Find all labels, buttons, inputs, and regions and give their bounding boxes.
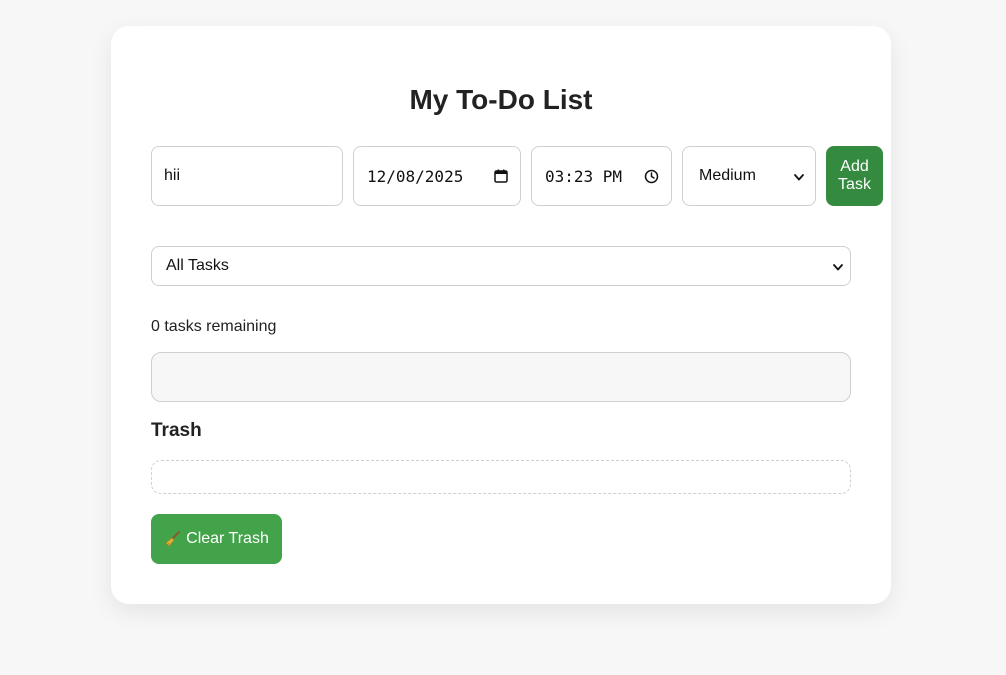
chevron-down-icon <box>832 260 844 272</box>
chevron-down-icon <box>793 170 805 182</box>
time-input-value: 03:23 PM <box>545 166 623 186</box>
tasks-remaining-count: 0 tasks remaining <box>151 318 277 335</box>
task-list <box>151 352 851 402</box>
trash-list <box>151 460 851 494</box>
date-input-value: 12/08/2025 <box>367 166 464 186</box>
calendar-icon[interactable] <box>494 169 508 183</box>
trash-heading: Trash <box>151 420 202 441</box>
broom-icon <box>164 530 182 548</box>
task-input-value: hii <box>164 167 181 184</box>
priority-select-value: Medium <box>699 167 756 184</box>
filter-select-value: All Tasks <box>166 257 229 274</box>
time-input[interactable]: 03:23 PM <box>531 146 672 206</box>
add-task-button[interactable]: Add Task <box>826 146 883 206</box>
clear-trash-label: Clear Trash <box>186 530 269 547</box>
page-title: My To-Do List <box>409 84 593 115</box>
date-input[interactable]: 12/08/2025 <box>353 146 521 206</box>
filter-select[interactable]: All Tasks <box>151 246 851 286</box>
clear-trash-button[interactable]: Clear Trash <box>151 514 282 564</box>
task-input[interactable]: hii <box>151 146 343 206</box>
priority-select[interactable]: Medium <box>682 146 816 206</box>
clock-icon[interactable] <box>644 169 659 184</box>
todo-card: My To-Do List hii 12/08/2025 03:23 PM Me… <box>111 26 891 604</box>
